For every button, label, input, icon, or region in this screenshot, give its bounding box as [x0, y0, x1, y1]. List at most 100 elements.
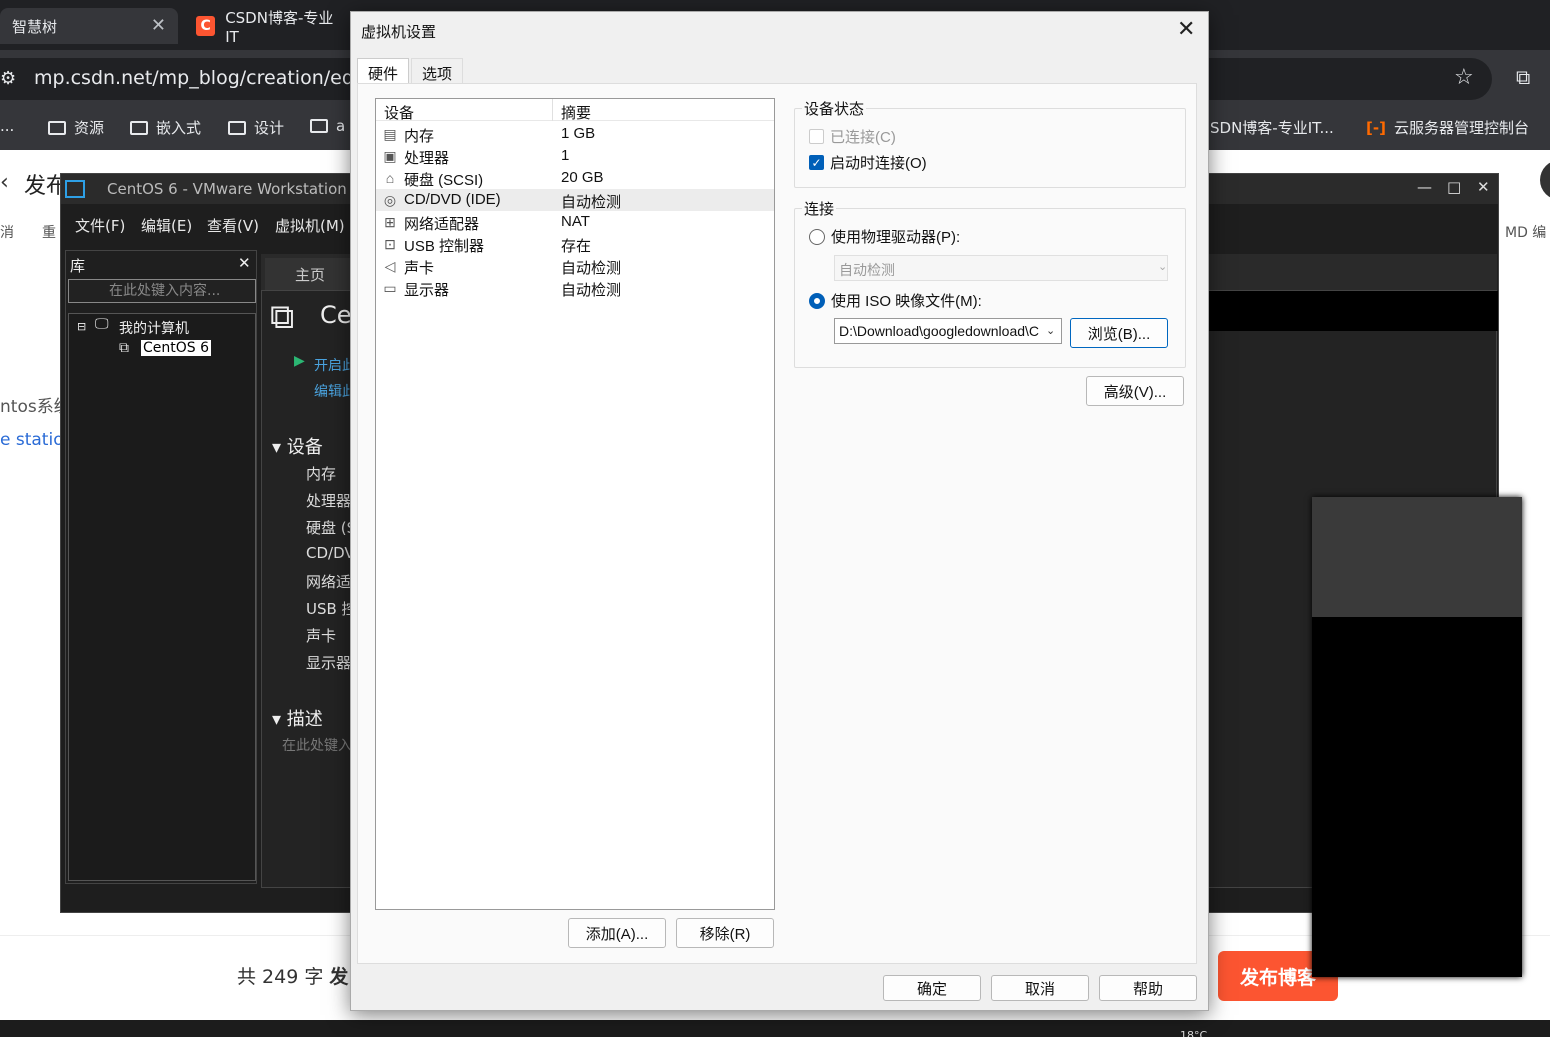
- radio-button-selected: [809, 292, 825, 309]
- menu-file[interactable]: 文件(F): [75, 215, 125, 236]
- maximize-icon[interactable]: □: [1447, 178, 1461, 196]
- iso-path-input[interactable]: D:\Download\googledownload\C: [834, 318, 1062, 344]
- add-hardware-button[interactable]: 添加(A)...: [568, 918, 666, 948]
- library-tree: ⊟ 🖵 我的计算机 ⧉ CentOS 6: [68, 313, 256, 881]
- vm-screen-preview[interactable]: [1312, 497, 1522, 977]
- description-heading[interactable]: ▾ 描述: [272, 705, 323, 731]
- library-search-input[interactable]: 在此处键入内容...: [68, 279, 256, 303]
- browser-tab-2[interactable]: C CSDN博客-专业IT: [184, 8, 354, 46]
- tab-options[interactable]: 选项: [411, 58, 464, 84]
- weather-temperature: 18°C: [1180, 1029, 1208, 1037]
- vm-device-cpu[interactable]: 处理器: [306, 490, 351, 511]
- vm-toolbar-strip: [1204, 291, 1498, 331]
- ok-button[interactable]: 确定: [883, 975, 981, 1001]
- tree-item-my-computer[interactable]: 我的计算机: [119, 318, 189, 338]
- device-status-group: [794, 108, 1186, 188]
- vm-device-usb[interactable]: USB 控: [306, 598, 357, 619]
- bookmark-star-icon[interactable]: ☆: [1454, 65, 1474, 90]
- advanced-button[interactable]: 高级(V)...: [1086, 376, 1184, 406]
- undo-button[interactable]: 消: [0, 222, 14, 242]
- browser-tab-1[interactable]: 智慧树 ✕: [0, 8, 178, 44]
- speaker-icon: ◁: [384, 258, 396, 274]
- column-header-device[interactable]: 设备: [384, 102, 414, 123]
- usb-icon: ⊡: [384, 236, 396, 252]
- connect-at-power-on-checkbox[interactable]: ✓ 启动时连接(O): [809, 152, 927, 173]
- vm-device-cd[interactable]: CD/DV: [306, 544, 355, 562]
- device-row-usb[interactable]: ⊡ USB 控制器 存在: [376, 233, 774, 255]
- connected-checkbox[interactable]: 已连接(C): [809, 126, 896, 147]
- menu-edit[interactable]: 编辑(E): [141, 215, 192, 236]
- device-row-network[interactable]: ⊞ 网络适配器 NAT: [376, 211, 774, 233]
- devices-heading[interactable]: ▾ 设备: [272, 433, 323, 459]
- column-header-summary[interactable]: 摘要: [561, 102, 591, 123]
- close-icon[interactable]: ✕: [1177, 16, 1195, 42]
- bookmark-cloud[interactable]: [-] 云服务器管理控制台: [1366, 117, 1529, 138]
- disk-icon: ⌂: [385, 170, 395, 186]
- device-list-header: 设备 摘要: [376, 99, 774, 123]
- extensions-icon[interactable]: ⧉: [1516, 65, 1530, 89]
- close-icon[interactable]: ✕: [238, 254, 251, 272]
- bookmark-folder[interactable]: 设计: [228, 117, 284, 138]
- folder-icon: [48, 120, 66, 135]
- menu-view[interactable]: 查看(V): [207, 215, 259, 236]
- monitor-icon: ▭: [383, 280, 397, 296]
- computer-icon: 🖵: [95, 316, 109, 332]
- close-icon[interactable]: ✕: [151, 15, 166, 36]
- menu-vm[interactable]: 虚拟机(M): [275, 215, 345, 236]
- dialog-title: 虚拟机设置: [361, 24, 437, 41]
- bookmark-folder[interactable]: 嵌入式: [130, 117, 201, 138]
- check-icon: ✓: [809, 155, 824, 170]
- back-icon[interactable]: ‹: [0, 170, 9, 195]
- word-count: 共 249 字 发: [237, 966, 349, 988]
- vm-device-display[interactable]: 显示器: [306, 652, 351, 673]
- close-icon[interactable]: ✕: [1477, 178, 1490, 196]
- bookmark-more[interactable]: ...: [0, 117, 14, 135]
- memory-icon: ▤: [383, 126, 397, 142]
- browse-button[interactable]: 浏览(B)...: [1070, 318, 1168, 348]
- tree-item-centos[interactable]: CentOS 6: [141, 340, 212, 356]
- device-row-cpu[interactable]: ▣ 处理器 1: [376, 145, 774, 167]
- device-row-disk[interactable]: ⌂ 硬盘 (SCSI) 20 GB: [376, 167, 774, 189]
- device-list: 设备 摘要 ▤ 内存 1 GB ▣ 处理器 1 ⌂ 硬盘 (SCSI) 20 G…: [375, 98, 775, 910]
- device-row-cd[interactable]: ◎ CD/DVD (IDE) 自动检测: [376, 189, 774, 211]
- redo-button[interactable]: 重: [42, 222, 56, 242]
- collapse-icon[interactable]: ⊟: [77, 320, 86, 333]
- vm-device-memory[interactable]: 内存: [306, 463, 336, 484]
- column-divider[interactable]: [552, 99, 553, 121]
- radio-button: [809, 228, 825, 245]
- vm-device-network[interactable]: 网络适: [306, 571, 351, 592]
- device-row-memory[interactable]: ▤ 内存 1 GB: [376, 123, 774, 145]
- use-iso-image-radio[interactable]: 使用 ISO 映像文件(M):: [809, 290, 982, 311]
- device-row-display[interactable]: ▭ 显示器 自动检测: [376, 277, 774, 299]
- taskbar: [0, 1020, 1550, 1037]
- device-row-sound[interactable]: ◁ 声卡 自动检测: [376, 255, 774, 277]
- url-text[interactable]: mp.csdn.net/mp_blog/creation/editor: [34, 67, 386, 89]
- cancel-button[interactable]: 取消: [991, 975, 1089, 1001]
- tab-hardware[interactable]: 硬件: [357, 58, 410, 85]
- bookmark-folder[interactable]: a: [310, 117, 345, 135]
- use-physical-drive-radio[interactable]: 使用物理驱动器(P):: [809, 226, 960, 247]
- description-input[interactable]: 在此处键入: [282, 735, 352, 755]
- window-title: CentOS 6 - VMware Workstation: [107, 180, 347, 198]
- vm-device-disk[interactable]: 硬盘 (S: [306, 517, 356, 538]
- folder-icon: [130, 120, 148, 135]
- vm-device-sound[interactable]: 声卡: [306, 625, 336, 646]
- vm-name: Ce: [320, 301, 352, 329]
- bookmark-csdn[interactable]: SDN博客-专业IT...: [1210, 117, 1334, 138]
- vmware-logo-icon: [65, 180, 85, 198]
- tab-home[interactable]: 主页: [265, 258, 357, 290]
- chevron-down-icon[interactable]: ⌄: [1046, 324, 1055, 337]
- help-button[interactable]: 帮助: [1099, 975, 1197, 1001]
- physical-drive-select[interactable]: 自动检测: [834, 255, 1168, 281]
- cd-icon: ◎: [383, 192, 397, 208]
- bookmark-folder[interactable]: 资源: [48, 117, 104, 138]
- md-editor-button[interactable]: MD 编: [1505, 222, 1546, 242]
- folder-icon: [310, 119, 328, 133]
- play-icon[interactable]: ▶: [294, 353, 305, 369]
- connection-title: 连接: [802, 198, 837, 219]
- hardware-panel: 设备 摘要 ▤ 内存 1 GB ▣ 处理器 1 ⌂ 硬盘 (SCSI) 20 G…: [357, 83, 1197, 964]
- site-info-icon[interactable]: ⚙: [0, 68, 16, 89]
- minimize-icon[interactable]: —: [1417, 178, 1432, 196]
- vm-screen-top: [1312, 497, 1522, 617]
- remove-hardware-button[interactable]: 移除(R): [676, 918, 774, 948]
